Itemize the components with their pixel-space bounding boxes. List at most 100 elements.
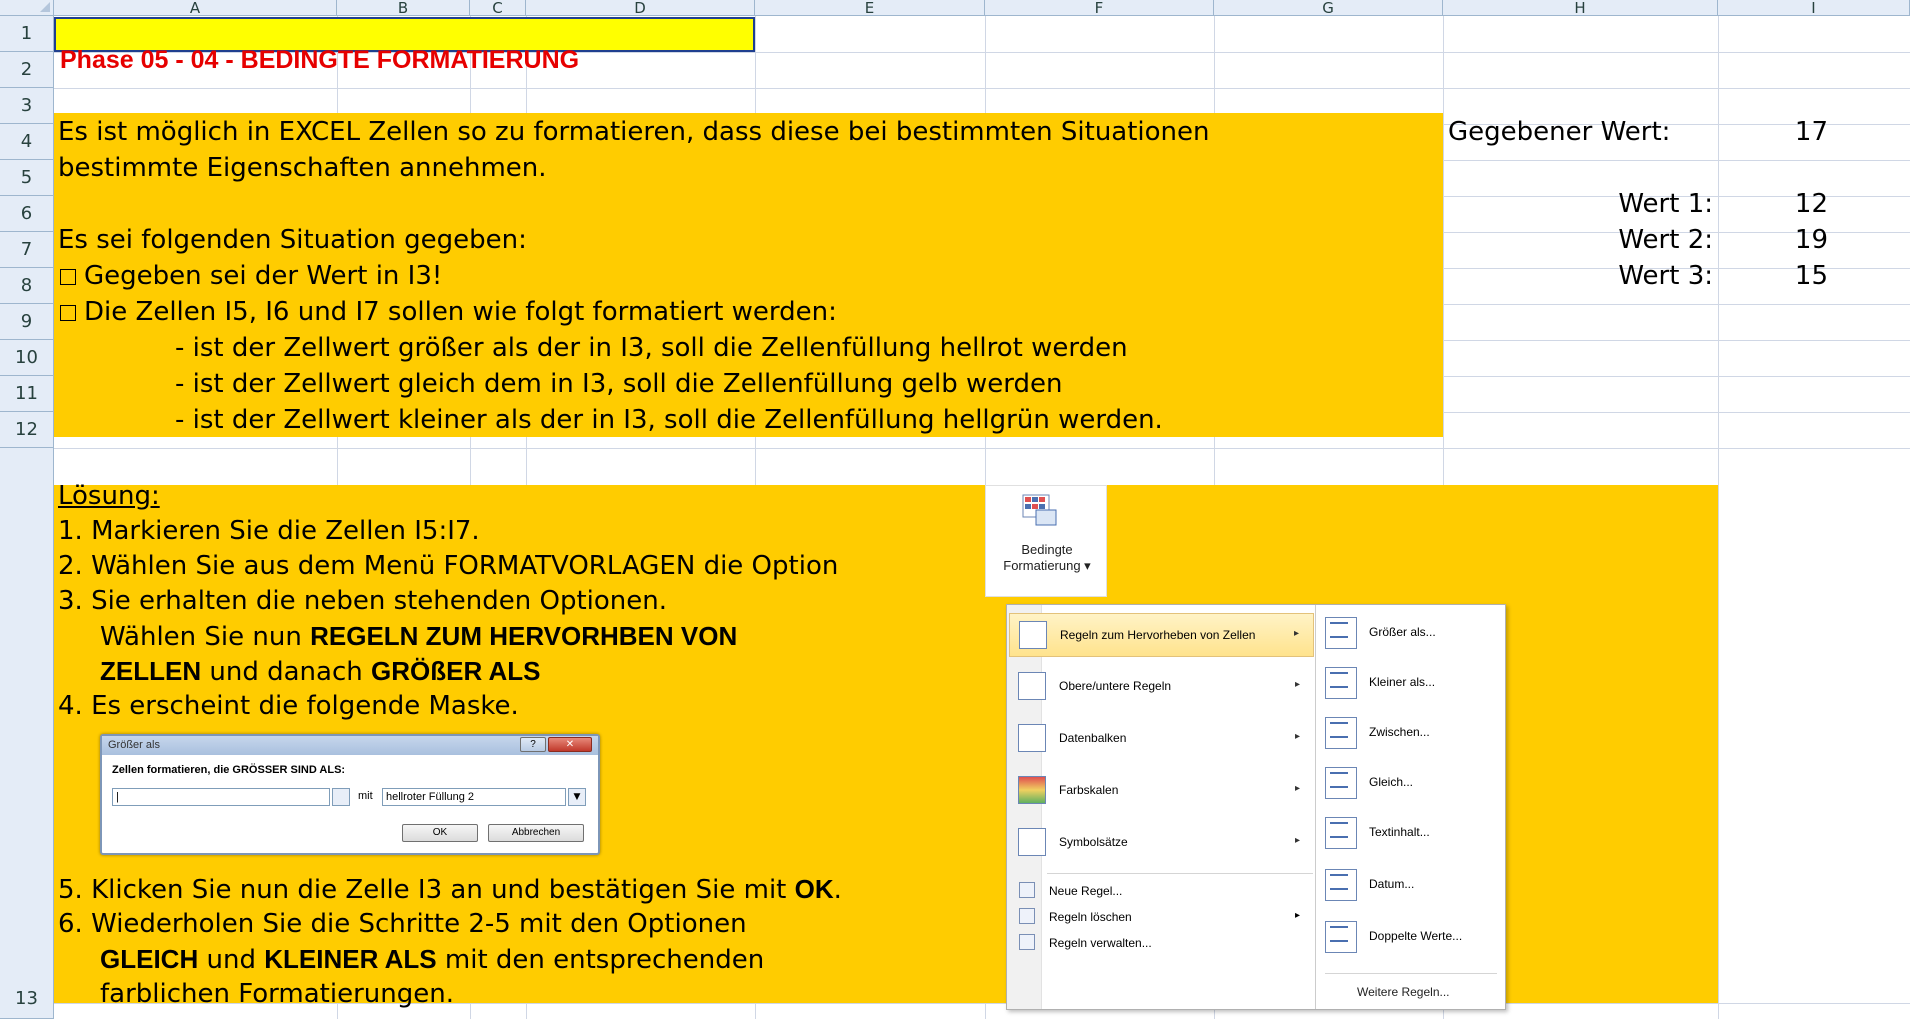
submenu-item-less-than[interactable]: Kleiner als... (1317, 657, 1505, 707)
color-scales-icon (1018, 776, 1046, 804)
intro-line-7: Gegeben sei der Wert in I3! (58, 260, 442, 292)
less-than-icon (1325, 667, 1357, 699)
menu-item-new-rule[interactable]: Neue Regel... (1009, 879, 1314, 903)
row-header-1[interactable]: 1 (0, 16, 54, 52)
manage-rules-icon (1019, 934, 1035, 950)
submenu-item-duplicate-values[interactable]: Doppelte Werte... (1317, 911, 1505, 961)
text: 5. Klicken Sie nun die Zelle I3 an und b… (58, 875, 795, 905)
text-bold: GRÖßER ALS (371, 656, 541, 686)
text: . (833, 875, 842, 905)
row-header-5[interactable]: 5 (0, 160, 54, 196)
submenu-item-text-contains[interactable]: Textinhalt... (1317, 807, 1505, 857)
intro-line-8-text: Die Zellen I5, I6 und I7 sollen wie folg… (84, 297, 837, 327)
menu-item-label: Neue Regel... (1049, 884, 1123, 898)
menu-item-manage-rules[interactable]: Regeln verwalten... (1009, 931, 1314, 955)
submenu-item-equal-to[interactable]: Gleich... (1317, 757, 1505, 807)
row-header-12[interactable]: 12 (0, 412, 54, 448)
highlight-cells-icon (1019, 621, 1047, 649)
equal-to-icon (1325, 767, 1357, 799)
menu-separator (1047, 873, 1313, 874)
close-icon[interactable]: ✕ (548, 737, 592, 752)
solution-step-3b: Wählen Sie nun REGELN ZUM HERVORHBEN VON (100, 620, 737, 653)
select-all-corner[interactable] (0, 0, 54, 16)
row-header-10[interactable]: 10 (0, 340, 54, 376)
intro-line-4: bestimmte Eigenschaften annehmen. (58, 153, 547, 183)
submenu-separator (1325, 973, 1497, 974)
row-header-7[interactable]: 7 (0, 232, 54, 268)
chevron-down-icon[interactable]: ▼ (568, 788, 586, 806)
solution-step-4: 4. Es erscheint die folgende Maske. (58, 691, 519, 721)
range-select-icon[interactable] (332, 788, 350, 806)
column-header-c[interactable]: C (470, 0, 526, 16)
ribbon-label-2: Formatierung ▾ (1003, 558, 1091, 573)
menu-item-clear-rules[interactable]: Regeln löschen ▸ (1009, 905, 1314, 929)
menu-item-highlight-cell-rules[interactable]: Regeln zum Hervorheben von Zellen ▸ (1009, 613, 1314, 657)
format-select[interactable]: hellroter Füllung 2 (382, 788, 566, 806)
row-header-4[interactable]: 4 (0, 124, 54, 160)
help-icon[interactable]: ? (520, 737, 546, 752)
conditional-formatting-icon (1022, 494, 1057, 526)
row-header-13[interactable]: 13 (0, 448, 54, 1019)
text: mit den entsprechenden (436, 945, 765, 975)
column-header-b[interactable]: B (337, 0, 470, 16)
menu-item-icon-sets[interactable]: Symbolsätze ▸ (1009, 821, 1314, 865)
row-header-2[interactable]: 2 (0, 52, 54, 88)
intro-line-8: Die Zellen I5, I6 und I7 sollen wie folg… (58, 296, 837, 328)
between-icon (1325, 717, 1357, 749)
menu-item-label: Datenbalken (1059, 731, 1127, 745)
column-header-i[interactable]: I (1718, 0, 1910, 16)
new-rule-icon (1019, 882, 1035, 898)
row-header-3[interactable]: 3 (0, 88, 54, 124)
ok-button[interactable]: OK (402, 824, 478, 842)
column-header-f[interactable]: F (985, 0, 1214, 16)
submenu-item-label: Doppelte Werte... (1369, 929, 1463, 943)
cancel-button[interactable]: Abbrechen (488, 824, 584, 842)
column-header-d[interactable]: D (526, 0, 755, 16)
solution-step-6: 6. Wiederholen Sie die Schritte 2-5 mit … (58, 909, 747, 939)
row-header-6[interactable]: 6 (0, 196, 54, 232)
cell-i3[interactable]: 17 (1718, 116, 1828, 148)
greater-than-icon (1325, 617, 1357, 649)
checkbox-bullet-icon (60, 305, 76, 321)
submenu-arrow-icon: ▸ (1294, 835, 1300, 846)
intro-line-10: - ist der Zellwert gleich dem in I3, sol… (175, 369, 1063, 399)
column-header-e[interactable]: E (755, 0, 985, 16)
cell-i6[interactable]: 19 (1718, 224, 1828, 256)
submenu-arrow-icon: ▸ (1294, 679, 1300, 690)
value-input[interactable]: | (112, 788, 330, 806)
submenu-item-label: Gleich... (1369, 775, 1414, 789)
column-header-h[interactable]: H (1443, 0, 1718, 16)
row-header-9[interactable]: 9 (0, 304, 54, 340)
text-bold: GLEICH (100, 944, 199, 974)
menu-item-color-scales[interactable]: Farbskalen ▸ (1009, 769, 1314, 813)
submenu-item-greater-than[interactable]: Größer als... (1317, 607, 1505, 657)
submenu-arrow-icon: ▸ (1294, 910, 1300, 921)
text: und (198, 945, 265, 975)
text: Wählen Sie nun (100, 622, 311, 652)
row-header-8[interactable]: 8 (0, 268, 54, 304)
submenu-item-date[interactable]: Datum... (1317, 859, 1505, 909)
submenu-item-between[interactable]: Zwischen... (1317, 707, 1505, 757)
solution-step-6b: GLEICH und KLEINER ALS mit den entsprech… (100, 943, 764, 976)
text: und danach (201, 657, 371, 687)
menu-item-top-bottom-rules[interactable]: Obere/untere Regeln ▸ (1009, 665, 1314, 709)
intro-line-7-text: Gegeben sei der Wert in I3! (84, 261, 443, 291)
conditional-formatting-ribbon-button[interactable]: Bedingte Formatierung ▾ (985, 485, 1107, 597)
menu-item-data-bars[interactable]: Datenbalken ▸ (1009, 717, 1314, 761)
menu-main-pane: Regeln zum Hervorheben von Zellen ▸ Ober… (1007, 605, 1316, 1009)
cell-i5[interactable]: 12 (1718, 188, 1828, 220)
column-header-g[interactable]: G (1214, 0, 1443, 16)
wert-1-label: Wert 1: (1618, 189, 1713, 219)
cell-i7[interactable]: 15 (1718, 260, 1828, 292)
submenu-item-label: Größer als... (1369, 625, 1436, 639)
text-contains-icon (1325, 817, 1357, 849)
menu-item-label: Symbolsätze (1059, 835, 1128, 849)
row-header-11[interactable]: 11 (0, 376, 54, 412)
ribbon-label-1: Bedingte (1021, 542, 1073, 557)
solution-step-6c: farblichen Formatierungen. (100, 979, 454, 1009)
submenu-arrow-icon: ▸ (1293, 628, 1299, 639)
spreadsheet: A B C D E F G H I 1 2 3 4 5 6 7 8 9 10 1… (0, 0, 1910, 1019)
column-header-a[interactable]: A (54, 0, 337, 16)
solution-step-1: 1. Markieren Sie die Zellen I5:I7. (58, 516, 480, 546)
submenu-item-more-rules[interactable]: Weitere Regeln... (1357, 985, 1450, 999)
